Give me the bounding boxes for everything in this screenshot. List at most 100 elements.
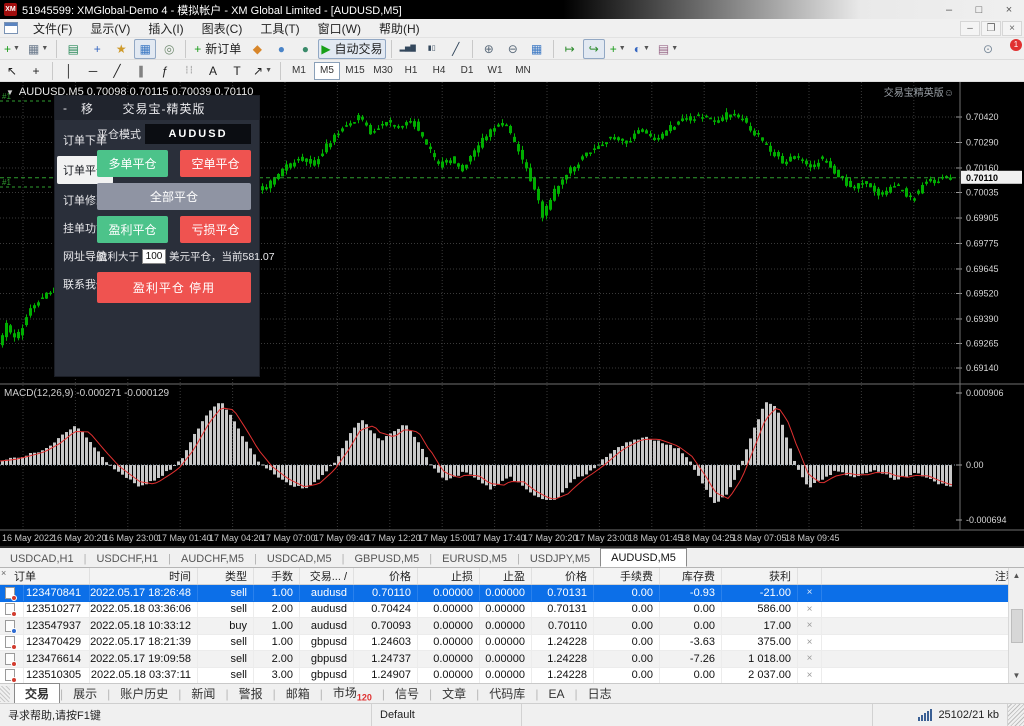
resize-grip[interactable] — [1008, 704, 1024, 726]
templates-icon[interactable]: ▤▼ — [655, 39, 681, 59]
channel-icon[interactable]: ∥ — [130, 61, 152, 81]
menu-item-6[interactable]: 帮助(H) — [370, 20, 429, 38]
bottom-tab-交易[interactable]: 交易 — [14, 683, 60, 704]
panel-menu-6[interactable]: 联系我们 — [55, 270, 99, 298]
data-window-icon[interactable]: + — [86, 39, 108, 59]
close-profitable-button[interactable]: 盈利平仓 — [97, 216, 168, 243]
navigator-icon[interactable]: ★ — [110, 39, 132, 59]
mdi-minimize-button[interactable]: – — [960, 21, 980, 36]
panel-menu-3[interactable]: 订单修改 — [55, 186, 99, 214]
profiles-icon[interactable]: ▦▼ — [25, 39, 51, 59]
menu-item-1[interactable]: 显示(V) — [81, 20, 139, 38]
arrows-icon[interactable]: ↗▼ — [250, 61, 275, 81]
autotrading-button[interactable]: ▶自动交易 — [318, 39, 385, 59]
menu-item-3[interactable]: 图表(C) — [193, 20, 252, 38]
close-order-icon[interactable]: × — [798, 651, 822, 667]
timeframe-D1[interactable]: D1 — [454, 62, 480, 80]
column-header-2[interactable]: 类型 — [198, 568, 254, 584]
bottom-tab-警报[interactable]: 警报 — [229, 683, 273, 704]
timeframe-H4[interactable]: H4 — [426, 62, 452, 80]
label-icon[interactable]: T — [226, 61, 248, 81]
panel-minimize-button[interactable]: - — [55, 101, 75, 115]
chart-tab-USDJPY-M5[interactable]: USDJPY,M5 — [520, 550, 600, 567]
vertical-line-icon[interactable]: │ — [58, 61, 80, 81]
terminal-scrollbar[interactable]: ▲ ▼ — [1008, 568, 1024, 683]
profit-threshold-input[interactable] — [142, 249, 166, 264]
bottom-tab-EA[interactable]: EA — [538, 685, 574, 703]
window-maximize-button[interactable]: □ — [964, 0, 994, 19]
menu-item-5[interactable]: 窗口(W) — [309, 20, 370, 38]
close-order-icon[interactable]: × — [798, 585, 822, 601]
fibonacci-icon[interactable]: ƒ — [154, 61, 176, 81]
timeframe-H1[interactable]: H1 — [398, 62, 424, 80]
bottom-tab-账户历史[interactable]: 账户历史 — [110, 683, 178, 704]
bottom-tab-信号[interactable]: 信号 — [385, 683, 429, 704]
timeframe-M30[interactable]: M30 — [370, 62, 396, 80]
strategy-tester-icon[interactable]: ◎ — [158, 39, 180, 59]
close-losing-button[interactable]: 亏损平仓 — [180, 216, 251, 243]
column-header-7[interactable]: 止盈 — [480, 568, 532, 584]
column-header-8[interactable]: 价格 — [532, 568, 594, 584]
column-header-11[interactable]: 获利 — [722, 568, 798, 584]
tile-windows-icon[interactable]: ▦ — [526, 39, 548, 59]
column-header-10[interactable]: 库存费 — [660, 568, 722, 584]
line-chart-icon[interactable]: ╱ — [445, 39, 467, 59]
chart-area[interactable]: 0.704200.702900.701600.700350.699050.697… — [0, 82, 1024, 548]
crosshair-icon[interactable]: + — [25, 61, 47, 81]
indicators-icon[interactable]: +▼ — [607, 39, 629, 59]
order-row-123510277[interactable]: 1235102772022.05.18 03:36:06sell2.00audu… — [0, 602, 1024, 619]
chart-tab-USDCAD-H1[interactable]: USDCAD,H1 — [0, 550, 84, 567]
periods-icon[interactable]: ◐▼ — [631, 39, 653, 59]
bottom-tab-市场[interactable]: 市场120 — [323, 682, 382, 704]
close-short-button[interactable]: 空单平仓 — [180, 150, 251, 177]
chart-tab-USDCAD-M5[interactable]: USDCAD,M5 — [257, 550, 342, 567]
close-order-icon[interactable]: × — [798, 635, 822, 651]
chart-tab-GBPUSD-M5[interactable]: GBPUSD,M5 — [345, 550, 430, 567]
scrollbar-thumb[interactable] — [1011, 609, 1023, 643]
timeframe-W1[interactable]: W1 — [482, 62, 508, 80]
mdi-close-button[interactable]: × — [1002, 21, 1022, 36]
column-header-4[interactable]: 交易... / — [300, 568, 354, 584]
order-row-123547937[interactable]: 1235479372022.05.18 10:33:12buy1.00audus… — [0, 618, 1024, 635]
horizontal-line-icon[interactable]: ─ — [82, 61, 104, 81]
mdi-restore-button[interactable]: ❐ — [981, 21, 1001, 36]
auto-scroll-icon[interactable]: ↦ — [559, 39, 581, 59]
scroll-up-icon[interactable]: ▲ — [1013, 568, 1021, 583]
menu-item-0[interactable]: 文件(F) — [24, 20, 81, 38]
zoom-in-icon[interactable]: ⊕ — [478, 39, 500, 59]
order-row-123470429[interactable]: 1234704292022.05.17 18:21:39sell1.00gbpu… — [0, 635, 1024, 652]
column-header-comment[interactable]: 注释 — [822, 568, 1024, 584]
close-mode-symbol[interactable]: AUDUSD — [145, 124, 251, 144]
panel-move-handle[interactable]: 移 — [75, 100, 99, 117]
close-all-button[interactable]: 全部平仓 — [97, 183, 251, 210]
symbol-dropdown-icon[interactable]: ▼ — [6, 88, 14, 97]
close-order-icon[interactable]: × — [798, 618, 822, 634]
notifications-icon[interactable]: 1 — [1001, 39, 1023, 59]
column-header-9[interactable]: 手续费 — [594, 568, 660, 584]
panel-menu-5[interactable]: 网址导航 — [55, 242, 99, 270]
experts-icon[interactable]: ● — [270, 39, 292, 59]
order-row-123476614[interactable]: 1234766142022.05.17 19:09:58sell2.00gbpu… — [0, 651, 1024, 668]
timeframe-MN[interactable]: MN — [510, 62, 536, 80]
order-row-123470841[interactable]: 1234708412022.05.17 18:26:48sell1.00audu… — [0, 585, 1024, 602]
menu-item-2[interactable]: 插入(I) — [139, 20, 192, 38]
text-icon[interactable]: A — [202, 61, 224, 81]
profit-close-toggle-button[interactable]: 盈利平仓 停用 — [97, 272, 251, 303]
chart-tab-AUDCHF-M5[interactable]: AUDCHF,M5 — [171, 550, 254, 567]
column-header-3[interactable]: 手数 — [254, 568, 300, 584]
column-header-order[interactable]: 订单 — [0, 568, 90, 584]
bar-chart-icon[interactable]: ▂▅▇ — [397, 39, 419, 59]
column-header-5[interactable]: 价格 — [354, 568, 418, 584]
timeframe-M1[interactable]: M1 — [286, 62, 312, 80]
timeframe-M15[interactable]: M15 — [342, 62, 368, 80]
column-header-1[interactable]: 时间 — [90, 568, 198, 584]
scroll-down-icon[interactable]: ▼ — [1013, 668, 1021, 683]
menu-item-4[interactable]: 工具(T) — [251, 20, 308, 38]
close-order-icon[interactable]: × — [798, 668, 822, 684]
order-row-123510305[interactable]: 1235103052022.05.18 03:37:11sell3.00gbpu… — [0, 668, 1024, 684]
cursor-icon[interactable]: ↖ — [1, 61, 23, 81]
new-order-button[interactable]: +新订单 — [191, 39, 244, 59]
search-icon[interactable]: ⊙ — [977, 39, 999, 59]
chart-tab-EURUSD-M5[interactable]: EURUSD,M5 — [432, 550, 517, 567]
terminal-close-icon[interactable]: × — [1, 568, 6, 578]
